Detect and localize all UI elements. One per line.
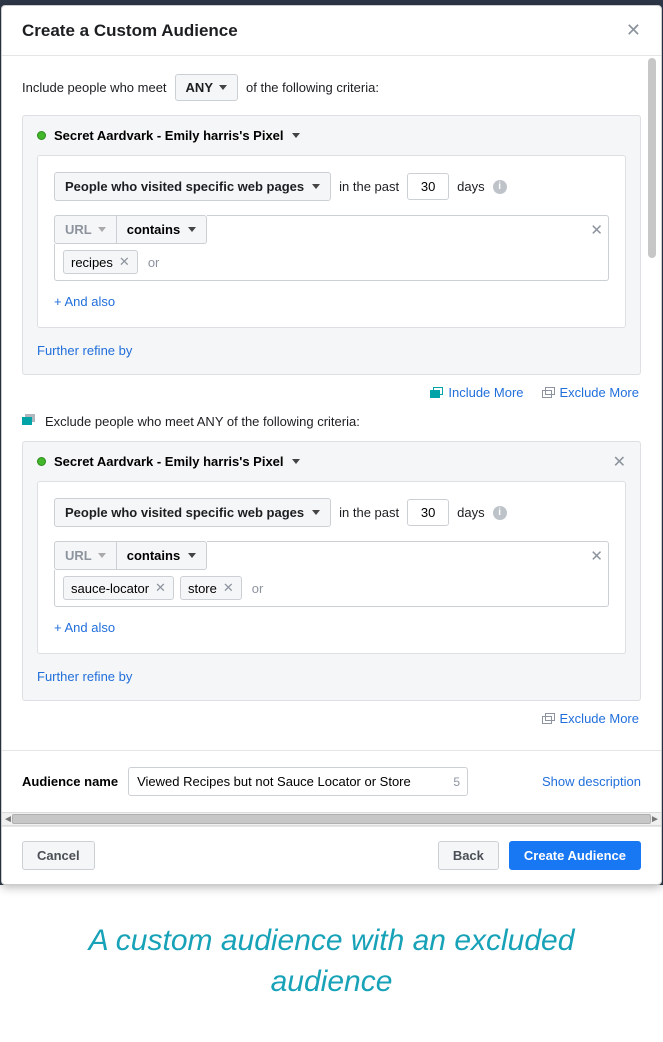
- horizontal-scrollbar[interactable]: ◄ ►: [2, 812, 661, 826]
- modal-title: Create a Custom Audience: [22, 21, 238, 41]
- char-count: 5: [453, 775, 460, 789]
- url-field-dropdown[interactable]: URL: [54, 541, 116, 570]
- status-dot-icon: [37, 457, 46, 466]
- close-icon[interactable]: ✕: [626, 20, 641, 41]
- caption-text: A custom audience with an excluded audie…: [0, 885, 663, 1042]
- exclude-more-link-2[interactable]: Exclude More: [542, 711, 639, 726]
- days-input[interactable]: [407, 499, 449, 526]
- create-audience-button[interactable]: Create Audience: [509, 841, 641, 870]
- url-tag: sauce-locator ✕: [63, 576, 174, 600]
- chevron-down-icon[interactable]: [292, 459, 300, 464]
- url-tag: store ✕: [180, 576, 242, 600]
- url-tag: recipes ✕: [63, 250, 138, 274]
- modal-header: Create a Custom Audience ✕: [2, 6, 661, 56]
- past-post: days: [457, 179, 484, 194]
- include-more-icon: [430, 387, 443, 398]
- rule-dropdown[interactable]: People who visited specific web pages: [54, 498, 331, 527]
- days-input[interactable]: [407, 173, 449, 200]
- chevron-down-icon: [188, 553, 196, 558]
- url-tags-input[interactable]: sauce-locator ✕ store ✕ or: [54, 570, 609, 607]
- exclude-more-icon: [542, 713, 555, 724]
- contains-dropdown[interactable]: contains: [116, 541, 207, 570]
- chevron-down-icon: [98, 553, 106, 558]
- include-criteria-row: Include people who meet ANY of the follo…: [22, 74, 641, 101]
- audience-name-input[interactable]: [128, 767, 468, 796]
- audience-name-label: Audience name: [22, 774, 118, 789]
- include-section: Secret Aardvark - Emily harris's Pixel P…: [22, 115, 641, 375]
- remove-rule-icon[interactable]: ✕: [590, 547, 603, 565]
- status-dot-icon: [37, 131, 46, 140]
- chevron-down-icon: [219, 85, 227, 90]
- chevron-down-icon[interactable]: [292, 133, 300, 138]
- url-tags-input[interactable]: recipes ✕ or: [54, 244, 609, 281]
- cancel-button[interactable]: Cancel: [22, 841, 95, 870]
- refine-link[interactable]: Further refine by: [37, 343, 132, 358]
- pixel-name: Secret Aardvark - Emily harris's Pixel: [54, 128, 284, 143]
- chevron-down-icon: [98, 227, 106, 232]
- chevron-down-icon: [188, 227, 196, 232]
- info-icon[interactable]: i: [493, 506, 507, 520]
- exclude-more-link[interactable]: Exclude More: [542, 385, 639, 400]
- contains-dropdown[interactable]: contains: [116, 215, 207, 244]
- any-dropdown[interactable]: ANY: [175, 74, 238, 101]
- refine-link[interactable]: Further refine by: [37, 669, 132, 684]
- exclude-section: Secret Aardvark - Emily harris's Pixel ✕…: [22, 441, 641, 701]
- past-post: days: [457, 505, 484, 520]
- remove-rule-icon[interactable]: ✕: [590, 221, 603, 239]
- remove-tag-icon[interactable]: ✕: [119, 254, 130, 270]
- past-pre: in the past: [339, 179, 399, 194]
- exclude-criteria-text: Exclude people who meet ANY of the follo…: [45, 414, 360, 429]
- exclude-more-icon: [542, 387, 555, 398]
- url-field-dropdown[interactable]: URL: [54, 215, 116, 244]
- back-button[interactable]: Back: [438, 841, 499, 870]
- custom-audience-modal: Create a Custom Audience ✕ Include peopl…: [1, 5, 662, 885]
- and-also-link[interactable]: + And also: [54, 294, 115, 309]
- chevron-down-icon: [312, 184, 320, 189]
- show-description-link[interactable]: Show description: [542, 774, 641, 789]
- or-placeholder: or: [144, 255, 160, 270]
- remove-tag-icon[interactable]: ✕: [223, 580, 234, 596]
- include-text-post: of the following criteria:: [246, 80, 379, 95]
- remove-section-icon[interactable]: ✕: [613, 452, 640, 472]
- vertical-scrollbar[interactable]: [648, 58, 656, 794]
- chevron-down-icon: [312, 510, 320, 515]
- past-pre: in the past: [339, 505, 399, 520]
- info-icon[interactable]: i: [493, 180, 507, 194]
- include-text-pre: Include people who meet: [22, 80, 167, 95]
- rule-dropdown[interactable]: People who visited specific web pages: [54, 172, 331, 201]
- include-more-link[interactable]: Include More: [430, 385, 523, 400]
- and-also-link[interactable]: + And also: [54, 620, 115, 635]
- pixel-name: Secret Aardvark - Emily harris's Pixel: [54, 454, 284, 469]
- remove-tag-icon[interactable]: ✕: [155, 580, 166, 596]
- exclude-flag-icon: [22, 414, 37, 429]
- or-placeholder: or: [248, 581, 264, 596]
